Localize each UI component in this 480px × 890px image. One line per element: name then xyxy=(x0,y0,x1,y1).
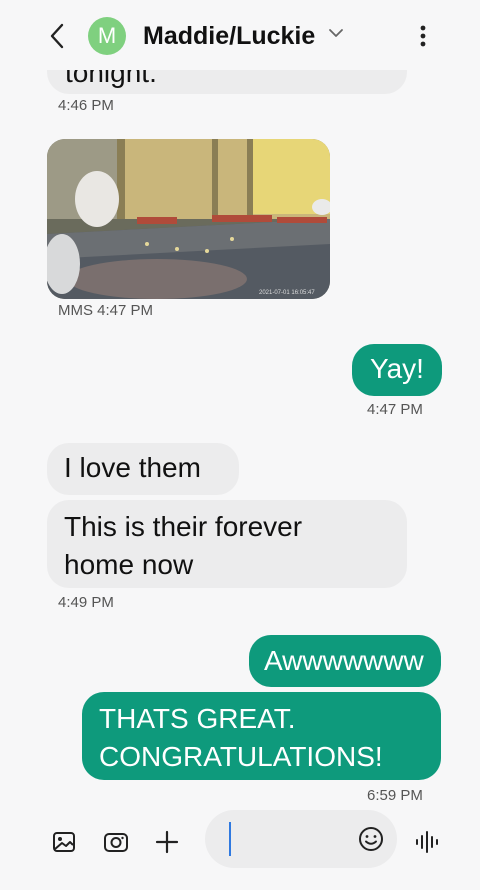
more-vertical-icon xyxy=(420,25,426,47)
message-text-line2: home now xyxy=(64,549,194,580)
conversation-title[interactable]: Maddie/Luckie xyxy=(143,20,315,52)
gallery-icon xyxy=(53,832,75,852)
camera-button[interactable] xyxy=(102,828,130,856)
message-bubble-aww[interactable]: Awwwwwww xyxy=(249,635,441,687)
back-button[interactable] xyxy=(42,20,72,52)
camera-icon xyxy=(104,833,128,852)
message-text: I love them xyxy=(64,452,201,483)
message-time: 4:46 PM xyxy=(58,97,114,114)
mms-photo[interactable]: 2021-07-01 16:05:47 xyxy=(47,139,330,299)
text-caret xyxy=(229,822,231,856)
more-options-button[interactable] xyxy=(412,20,434,52)
message-text: Awwwwwww xyxy=(264,645,424,676)
message-text: Yay! xyxy=(370,353,424,384)
back-arrow-icon xyxy=(50,23,64,49)
message-text-line2: CONGRATULATIONS! xyxy=(99,741,383,772)
emoji-icon xyxy=(359,827,383,851)
message-bubble-love[interactable]: I love them xyxy=(47,443,239,495)
emoji-button[interactable] xyxy=(358,826,384,852)
message-time: 4:49 PM xyxy=(58,594,114,611)
add-attachment-button[interactable] xyxy=(153,828,181,856)
voice-icon xyxy=(416,831,438,853)
gallery-button[interactable] xyxy=(50,828,78,856)
message-input[interactable] xyxy=(205,810,397,868)
message-text-line1: THATS GREAT. xyxy=(99,703,296,734)
mms-time-label: MMS 4:47 PM xyxy=(58,302,154,319)
conversation-header: M Maddie/Luckie xyxy=(0,0,480,70)
message-text-line1: This is their forever xyxy=(64,511,303,542)
message-bubble-yay[interactable]: Yay! xyxy=(352,344,442,396)
message-time: 6:59 PM xyxy=(367,787,423,800)
avatar-letter: M xyxy=(97,23,117,48)
message-bubble-forever[interactable]: This is their forever home now xyxy=(47,500,407,588)
message-bubble-great[interactable]: THATS GREAT. CONGRATULATIONS! xyxy=(82,692,441,780)
conversation-view[interactable]: tonight. 4:46 PM 2021-07-01 16:05:47 MMS… xyxy=(0,0,480,800)
photo-image: 2021-07-01 16:05:47 xyxy=(47,139,330,299)
photo-timestamp: 2021-07-01 16:05:47 xyxy=(259,290,315,296)
avatar[interactable]: M xyxy=(88,17,126,55)
voice-button[interactable] xyxy=(413,828,441,856)
plus-icon xyxy=(155,830,179,854)
chevron-down-icon[interactable] xyxy=(328,26,344,44)
message-time: 4:47 PM xyxy=(367,401,423,418)
